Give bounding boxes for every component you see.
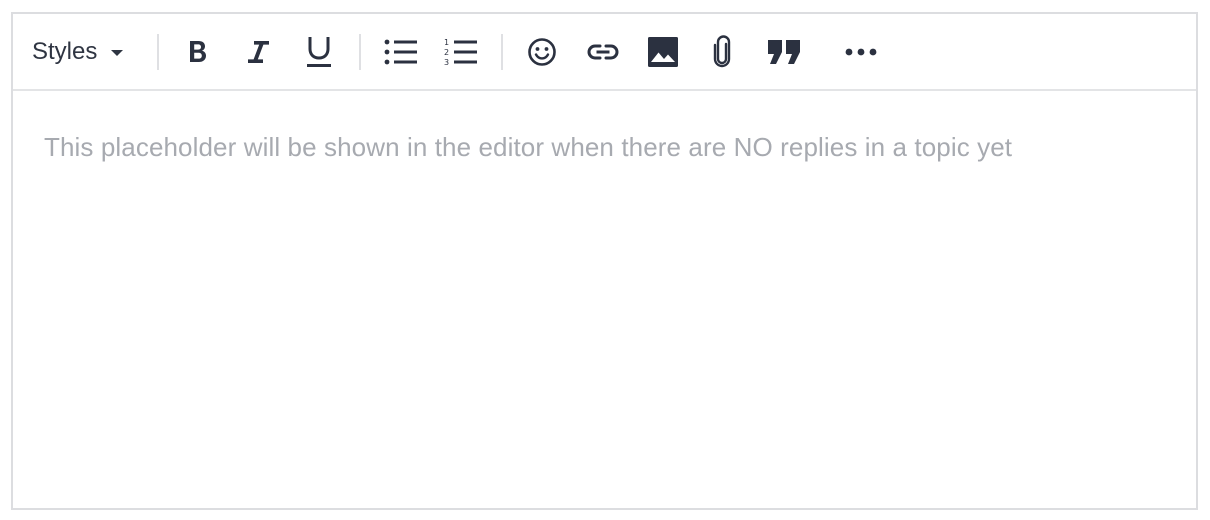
more-options-button[interactable] xyxy=(841,14,881,89)
editor-toolbar: Styles 1 2 3 xyxy=(13,14,1196,91)
toolbar-separator xyxy=(359,34,361,70)
emoji-button[interactable] xyxy=(522,14,562,89)
underline-icon xyxy=(307,36,331,67)
paperclip-icon xyxy=(713,34,731,67)
styles-dropdown[interactable]: Styles xyxy=(32,14,136,89)
link-icon xyxy=(587,44,619,59)
numbered-list-button[interactable]: 1 2 3 xyxy=(439,14,483,89)
italic-icon xyxy=(248,40,269,63)
attachment-button[interactable] xyxy=(703,14,743,89)
quote-icon xyxy=(768,39,800,64)
svg-text:2: 2 xyxy=(444,48,449,57)
bold-button[interactable] xyxy=(178,14,218,89)
rich-text-editor: Styles 1 2 3 This placeholder will be sh… xyxy=(11,12,1198,510)
link-button[interactable] xyxy=(582,14,624,89)
editor-placeholder: This placeholder will be shown in the ed… xyxy=(44,132,1013,162)
chevron-down-icon xyxy=(111,49,124,56)
image-icon xyxy=(648,36,678,67)
svg-text:1: 1 xyxy=(444,38,449,47)
styles-dropdown-label: Styles xyxy=(32,37,98,65)
image-button[interactable] xyxy=(643,14,683,89)
bold-icon xyxy=(190,40,206,62)
svg-text:3: 3 xyxy=(444,58,449,67)
toolbar-separator xyxy=(157,34,159,70)
underline-button[interactable] xyxy=(299,14,339,89)
more-icon xyxy=(845,48,877,55)
blockquote-button[interactable] xyxy=(763,14,805,89)
italic-button[interactable] xyxy=(239,14,279,89)
bullet-list-button[interactable] xyxy=(379,14,423,89)
toolbar-separator xyxy=(501,34,503,70)
emoji-icon xyxy=(528,37,556,66)
numbered-list-icon: 1 2 3 xyxy=(444,38,477,67)
bullet-list-icon xyxy=(384,39,417,64)
